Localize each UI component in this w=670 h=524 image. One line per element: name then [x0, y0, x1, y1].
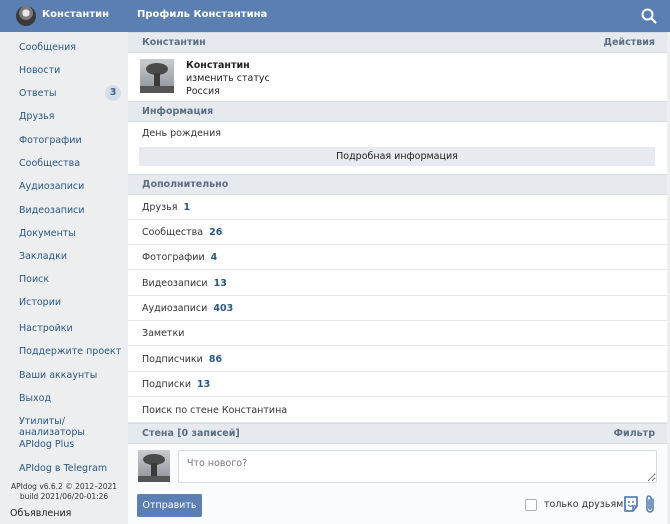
stat-value: 26	[209, 227, 223, 238]
sidebar-item-utilities[interactable]: Утилиты/анализаторы	[19, 416, 123, 438]
sidebar-item-audio[interactable]: Аудиозаписи	[19, 181, 123, 192]
user-avatar[interactable]	[16, 6, 36, 26]
sidebar: Сообщения Новости Ответы 3 Друзья Фотогр…	[0, 32, 128, 524]
stat-label: Видеозаписи 13	[142, 278, 227, 289]
sidebar-item-replies[interactable]: Ответы 3	[19, 85, 123, 101]
friends-only-checkbox[interactable]	[525, 499, 537, 511]
stat-row-photos[interactable]: Фотографии 4	[128, 245, 667, 270]
build-line: build 2021/06/20-01:26	[19, 492, 109, 501]
stat-label: Сообщества 26	[142, 227, 223, 238]
send-button[interactable]: Отправить	[137, 494, 202, 517]
wall-header: Стена [0 записей] Фильтр	[128, 423, 667, 444]
profile-header: Константин Действия	[128, 32, 667, 53]
stat-row-friends[interactable]: Друзья 1	[128, 195, 667, 220]
wall-header-title: Стена [0 записей]	[142, 428, 240, 439]
sidebar-item-stories[interactable]: Истории	[19, 297, 123, 308]
wall-composer: Отправить только друзьям	[128, 445, 667, 524]
stat-label: Подписчики 86	[142, 354, 223, 365]
extra-header: Дополнительно	[128, 174, 667, 195]
profile-country: Россия	[186, 86, 220, 97]
stat-label: Аудиозаписи 403	[142, 303, 234, 314]
more-info-button[interactable]: Подробная информация	[139, 147, 655, 166]
stat-value: 4	[210, 252, 218, 263]
info-header-title: Информация	[142, 106, 214, 117]
profile-avatar[interactable]	[140, 59, 174, 93]
sidebar-item-video[interactable]: Видеозаписи	[19, 205, 123, 216]
birthday-label: День рождения	[142, 128, 222, 139]
sidebar-item-accounts[interactable]: Ваши аккаунты	[19, 370, 123, 381]
profile-content: Константин Действия Константин изменить …	[128, 32, 667, 524]
sidebar-item-photos[interactable]: Фотографии	[19, 135, 123, 146]
top-bar: Константин Профиль Константина	[0, 0, 670, 32]
stat-row-video[interactable]: Видеозаписи 13	[128, 271, 667, 296]
stat-row-audio[interactable]: Аудиозаписи 403	[128, 296, 667, 321]
sidebar-item-search[interactable]: Поиск	[19, 274, 123, 285]
sidebar-item-logout[interactable]: Выход	[19, 393, 123, 404]
stat-row-notes[interactable]: Заметки	[128, 321, 667, 346]
stat-row-groups[interactable]: Сообщества 26	[128, 220, 667, 245]
profile-header-title: Константин	[142, 37, 206, 48]
sticker-icon[interactable]	[622, 495, 640, 513]
sidebar-item-bookmarks[interactable]: Закладки	[19, 251, 123, 262]
change-status-link[interactable]: изменить статус	[186, 73, 270, 84]
extra-header-title: Дополнительно	[142, 179, 229, 190]
search-icon[interactable]	[640, 7, 658, 25]
replies-count-badge: 3	[105, 85, 121, 101]
sidebar-item-announcements[interactable]: Объявления	[10, 508, 71, 519]
stat-label: Фотографии 4	[142, 252, 218, 263]
sidebar-item-friends[interactable]: Друзья	[19, 111, 123, 122]
sidebar-item-news[interactable]: Новости	[19, 65, 123, 76]
stat-label: Подписки 13	[142, 379, 211, 390]
stat-row-followers[interactable]: Подписчики 86	[128, 347, 667, 372]
profile-name: Константин	[186, 60, 250, 71]
stat-value: 86	[208, 354, 223, 365]
version-line: APIdog v6.6.2 © 2012–2021	[10, 482, 118, 491]
stat-label: Друзья 1	[142, 202, 191, 213]
sidebar-item-messages[interactable]: Сообщения	[19, 42, 123, 53]
stat-row-subscriptions[interactable]: Подписки 13	[128, 372, 667, 397]
sidebar-item-groups[interactable]: Сообщества	[19, 158, 123, 169]
sidebar-item-apidog-plus[interactable]: APIdog Plus	[19, 439, 123, 450]
composer-avatar	[138, 450, 170, 482]
attach-icon[interactable]	[643, 493, 657, 515]
wall-filter-button[interactable]: Фильтр	[614, 428, 655, 439]
page-title: Профиль Константина	[137, 9, 268, 20]
stat-value: 1	[183, 202, 191, 213]
stat-value: 13	[197, 379, 211, 390]
user-name[interactable]: Константин	[42, 9, 109, 20]
sidebar-item-settings[interactable]: Настройки	[19, 323, 123, 334]
info-header: Информация	[128, 101, 667, 122]
stat-value: 403	[213, 303, 234, 314]
stat-label: Заметки	[142, 328, 185, 339]
sidebar-item-telegram[interactable]: APIdog в Telegram	[19, 463, 123, 474]
sidebar-item-label: Ответы	[19, 88, 57, 99]
sidebar-item-documents[interactable]: Документы	[19, 228, 123, 239]
friends-only-label: только друзьям	[544, 499, 624, 510]
stat-value: 13	[213, 278, 227, 289]
stat-label: Поиск по стене Константина	[142, 405, 288, 416]
actions-button[interactable]: Действия	[604, 37, 655, 48]
sidebar-item-support[interactable]: Поддержите проект	[19, 346, 123, 357]
version-info: APIdog v6.6.2 © 2012–2021 build 2021/06/…	[0, 482, 128, 502]
stat-row-wall-search[interactable]: Поиск по стене Константина	[128, 398, 667, 423]
wall-post-input[interactable]	[178, 450, 657, 483]
